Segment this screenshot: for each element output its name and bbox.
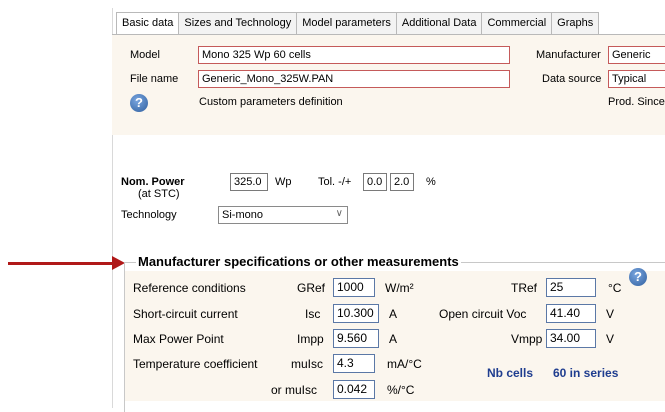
- file-name-field[interactable]: Generic_Mono_325W.PAN: [198, 70, 510, 88]
- specs-help-icon[interactable]: ?: [629, 268, 647, 286]
- nb-cells-value: 60 in series: [553, 366, 619, 380]
- tab-commercial[interactable]: Commercial: [481, 12, 553, 34]
- vmpp-unit: V: [606, 332, 615, 346]
- nom-power-label: Nom. Power: [121, 176, 185, 188]
- gref-field[interactable]: 1000: [333, 278, 375, 297]
- tab-sizes-technology[interactable]: Sizes and Technology: [178, 12, 298, 34]
- muisc-label: muIsc: [291, 357, 324, 371]
- help-icon[interactable]: ?: [130, 94, 148, 112]
- reference-conditions-label: Reference conditions: [133, 281, 246, 295]
- max-power-point-label: Max Power Point: [133, 332, 224, 346]
- tab-additional-data[interactable]: Additional Data: [395, 12, 483, 34]
- voc-field[interactable]: 41.40: [546, 304, 596, 323]
- file-name-label: File name: [130, 73, 179, 85]
- model-field[interactable]: Mono 325 Wp 60 cells: [198, 46, 510, 64]
- gref-unit: W/m²: [385, 281, 414, 295]
- or-muisc-label: or muIsc: [271, 383, 318, 397]
- specs-group-title: Manufacturer specifications or other mea…: [136, 254, 461, 269]
- impp-field[interactable]: 9.560: [333, 329, 379, 348]
- muisc-percent-unit: %/°C: [387, 383, 415, 397]
- impp-label: Impp: [297, 332, 324, 346]
- isc-label: Isc: [305, 307, 321, 321]
- at-stc-label: (at STC): [138, 188, 180, 200]
- tab-basic-data[interactable]: Basic data: [116, 12, 180, 35]
- muisc-percent-field[interactable]: 0.042: [333, 380, 375, 399]
- isc-field[interactable]: 10.300: [333, 304, 379, 323]
- tab-bar: Basic data Sizes and Technology Model pa…: [116, 12, 600, 35]
- short-circuit-current-label: Short-circuit current: [133, 307, 238, 321]
- voc-unit: V: [606, 307, 615, 321]
- temperature-coefficient-label: Temperature coefficient: [133, 357, 258, 371]
- data-source-field[interactable]: Typical: [608, 70, 665, 88]
- voc-label: Open circuit Voc: [439, 307, 527, 321]
- prod-since-label: Prod. Since: [608, 96, 665, 108]
- annotation-arrow-shaft: [8, 262, 116, 265]
- muisc-unit: mA/°C: [387, 357, 422, 371]
- manufacturer-label: Manufacturer: [536, 49, 601, 61]
- nom-power-field[interactable]: 325.0: [230, 173, 268, 191]
- data-source-label: Data source: [542, 73, 602, 85]
- manufacturer-field[interactable]: Generic: [608, 46, 665, 64]
- gref-label: GRef: [297, 281, 326, 295]
- technology-label: Technology: [121, 209, 177, 221]
- tolerance-plus-field[interactable]: 2.0: [390, 173, 414, 191]
- nb-cells-label: Nb cells: [487, 366, 534, 380]
- tolerance-unit: %: [426, 176, 436, 188]
- custom-params-label: Custom parameters definition: [199, 96, 343, 108]
- tref-field[interactable]: 25: [546, 278, 596, 297]
- tab-graphs[interactable]: Graphs: [551, 12, 600, 34]
- tab-model-parameters[interactable]: Model parameters: [296, 12, 397, 34]
- nom-power-unit: Wp: [275, 176, 292, 188]
- tref-label: TRef: [511, 281, 538, 295]
- muisc-field[interactable]: 4.3: [333, 354, 375, 373]
- tref-unit: °C: [608, 281, 622, 295]
- vmpp-label: Vmpp: [511, 332, 543, 346]
- vmpp-field[interactable]: 34.00: [546, 329, 596, 348]
- model-label: Model: [130, 49, 160, 61]
- chevron-down-icon: ∨: [335, 208, 343, 219]
- technology-select[interactable]: Si-mono ∨: [218, 206, 348, 224]
- tolerance-label: Tol. -/+: [318, 176, 352, 188]
- impp-unit: A: [389, 332, 398, 346]
- isc-unit: A: [389, 307, 398, 321]
- technology-value: Si-mono: [222, 209, 263, 221]
- tolerance-minus-field[interactable]: 0.0: [363, 173, 387, 191]
